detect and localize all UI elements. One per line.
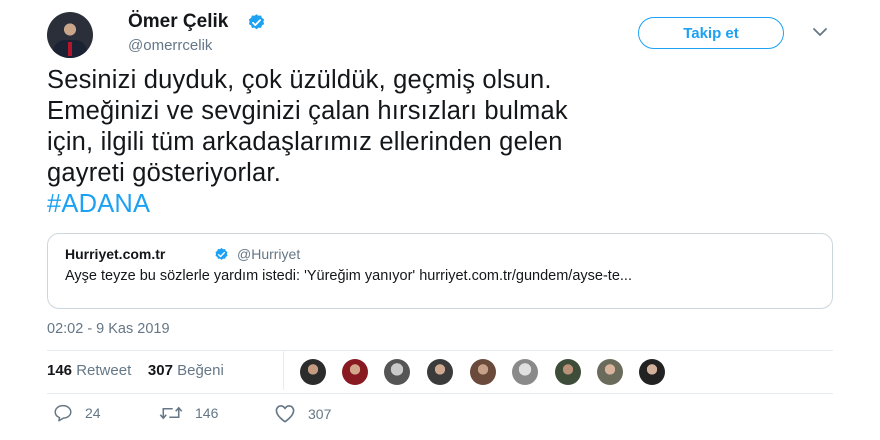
divider — [47, 350, 833, 351]
retweet-label[interactable]: Retweet — [76, 362, 131, 379]
tweet-line: Sesinizi duyduk, çok üzüldük, geçmiş ols… — [47, 66, 552, 94]
retweet-action-count: 146 — [195, 405, 219, 421]
avatar-tie — [68, 42, 72, 56]
retweet-count[interactable]: 146 — [47, 362, 72, 379]
reply-count: 24 — [85, 405, 101, 421]
reply-icon — [54, 404, 72, 422]
quoted-tweet-text: Ayşe teyze bu sözlerle yardım istedi: 'Y… — [65, 268, 632, 284]
liker-avatar[interactable] — [384, 359, 410, 385]
liker-avatar[interactable] — [555, 359, 581, 385]
chevron-down-icon[interactable] — [812, 26, 828, 38]
retweet-icon — [159, 406, 183, 420]
tweet-line: Emeğinizi ve sevginizi çalan hırsızları … — [47, 97, 568, 125]
follow-button[interactable]: Takip et — [638, 17, 784, 49]
hashtag-link[interactable]: #ADANA — [47, 189, 847, 220]
verified-badge-icon — [248, 14, 265, 30]
like-count[interactable]: 307 — [148, 362, 173, 379]
heart-icon — [275, 405, 295, 423]
liker-avatar[interactable] — [300, 359, 326, 385]
liker-avatar[interactable] — [470, 359, 496, 385]
quoted-tweet-card[interactable]: Hurriyet.com.tr @Hurriyet Ayşe teyze bu … — [47, 233, 833, 309]
tweet-timestamp[interactable]: 02:02 - 9 Kas 2019 — [47, 321, 170, 337]
author-avatar[interactable] — [47, 12, 93, 58]
retweet-button[interactable]: 146 — [159, 404, 218, 422]
like-button[interactable]: 307 — [274, 404, 331, 423]
reply-button[interactable]: 24 — [53, 404, 101, 422]
quoted-author-name: Hurriyet.com.tr — [65, 246, 166, 262]
liker-avatar[interactable] — [512, 359, 538, 385]
liker-avatar[interactable] — [342, 359, 368, 385]
divider — [47, 393, 833, 394]
author-handle[interactable]: @omerrcelik — [128, 37, 212, 54]
tweet-line: için, ilgili tüm arkadaşlarımız ellerind… — [47, 128, 563, 156]
liker-avatar[interactable] — [639, 359, 665, 385]
liker-avatar[interactable] — [427, 359, 453, 385]
verified-badge-icon — [215, 247, 228, 260]
quoted-author-handle: @Hurriyet — [237, 246, 301, 262]
tweet-line: gayreti gösteriyorlar. — [47, 159, 281, 187]
like-label[interactable]: Beğeni — [177, 362, 224, 379]
tweet-text: Sesinizi duyduk, çok üzüldük, geçmiş ols… — [47, 65, 847, 220]
tweet-stats: 146 Retweet 307 Beğeni — [47, 362, 224, 379]
liker-avatar[interactable] — [597, 359, 623, 385]
divider — [283, 350, 284, 390]
author-name[interactable]: Ömer Çelik — [128, 11, 228, 33]
like-action-count: 307 — [308, 405, 332, 422]
